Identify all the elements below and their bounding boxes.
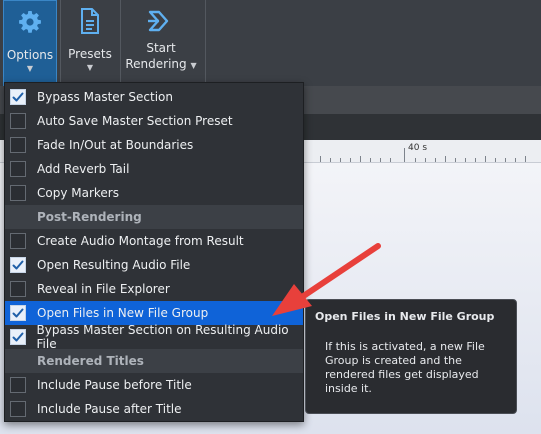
checkmark-icon xyxy=(12,260,24,270)
ruler-tick xyxy=(350,158,351,162)
ruler-tick xyxy=(455,158,456,162)
checkbox[interactable] xyxy=(10,89,26,105)
ruler-tick xyxy=(475,158,476,162)
start-rendering-label: Start Rendering ▼ xyxy=(125,40,196,74)
ruler-tick xyxy=(340,158,341,162)
ruler-tick xyxy=(380,158,381,162)
menu-item-auto-save-preset[interactable]: Auto Save Master Section Preset xyxy=(5,109,303,133)
ruler-tick xyxy=(485,156,486,162)
section-header-label: Post-Rendering xyxy=(37,210,142,224)
start-rendering-label-line1: Start xyxy=(146,41,176,55)
menu-item-label: Open Files in New File Group xyxy=(37,306,209,320)
options-label: Options xyxy=(6,48,54,62)
menu-item-label: Create Audio Montage from Result xyxy=(37,234,244,248)
gear-icon xyxy=(18,7,42,37)
menu-item-label: Open Resulting Audio File xyxy=(37,258,191,272)
menu-item-copy-markers[interactable]: Copy Markers xyxy=(5,181,303,205)
menu-item-label: Bypass Master Section on Resulting Audio… xyxy=(36,323,289,351)
presets-label: Presets xyxy=(68,47,112,61)
checkbox[interactable] xyxy=(10,161,26,177)
ruler-tick xyxy=(465,158,466,162)
toolbar-divider xyxy=(120,0,121,86)
menu-item-label: Auto Save Master Section Preset xyxy=(37,114,233,128)
toolbar-divider xyxy=(60,0,61,86)
ruler-tick xyxy=(360,156,361,162)
ruler-tick xyxy=(415,158,416,162)
menu-item-label: Bypass Master Section xyxy=(37,90,174,104)
menu-item-open-files-in-new-file-group[interactable]: Open Files in New File Group xyxy=(5,301,303,325)
toolbar-divider xyxy=(205,0,206,86)
menu-item-fade-in-out[interactable]: Fade In/Out at Boundaries xyxy=(5,133,303,157)
menu-item-reveal-in-file-explorer[interactable]: Reveal in File Explorer xyxy=(5,277,303,301)
checkmark-icon xyxy=(12,308,24,318)
chevron-down-icon: ▼ xyxy=(86,63,94,72)
start-rendering-label-line2: Rendering ▼ xyxy=(125,56,196,74)
checkbox[interactable] xyxy=(10,257,26,273)
tooltip-body: If this is activated, a new File Group i… xyxy=(325,340,485,395)
ruler-tick xyxy=(435,158,436,162)
checkbox[interactable] xyxy=(10,281,26,297)
section-header-label: Rendered Titles xyxy=(37,354,144,368)
ruler-time-label: 40 s xyxy=(408,143,428,153)
presets-button[interactable]: Presets ▼ xyxy=(64,0,116,86)
menu-item-create-audio-montage[interactable]: Create Audio Montage from Result xyxy=(5,229,303,253)
menu-item-include-pause-before[interactable]: Include Pause before Title xyxy=(5,373,303,397)
menu-item-label: Reveal in File Explorer xyxy=(37,282,170,296)
start-rendering-label-line2-text: Rendering xyxy=(125,57,187,71)
checkbox[interactable] xyxy=(10,401,26,417)
checkmark-icon xyxy=(12,332,24,342)
ruler-tick xyxy=(525,156,526,162)
menu-item-label: Copy Markers xyxy=(37,186,119,200)
menu-item-label: Add Reverb Tail xyxy=(37,162,130,176)
options-button[interactable]: Options ▼ xyxy=(3,0,57,86)
menu-item-label: Fade In/Out at Boundaries xyxy=(37,138,194,152)
ruler-tick xyxy=(495,158,496,162)
ruler-tick xyxy=(404,148,405,162)
chevron-down-icon: ▼ xyxy=(190,61,197,70)
checkbox[interactable] xyxy=(10,377,26,393)
menu-item-add-reverb-tail[interactable]: Add Reverb Tail xyxy=(5,157,303,181)
checkbox[interactable] xyxy=(10,137,26,153)
chevron-down-icon: ▼ xyxy=(26,64,34,73)
tooltip-title: Open Files in New File Group xyxy=(315,310,495,323)
menu-item-label: Include Pause after Title xyxy=(37,402,182,416)
toolbar: Options ▼ Presets ▼ Start Rendering ▼ xyxy=(0,0,541,86)
ruler-tick xyxy=(445,156,446,162)
ruler-tick xyxy=(330,158,331,162)
section-header-post-rendering: Post-Rendering xyxy=(5,205,303,229)
start-rendering-button[interactable]: Start Rendering ▼ xyxy=(124,0,198,86)
menu-item-bypass-master-on-result[interactable]: Bypass Master Section on Resulting Audio… xyxy=(5,323,303,351)
ruler-tick xyxy=(425,158,426,162)
checkbox[interactable] xyxy=(10,305,26,321)
render-icon xyxy=(147,6,175,36)
menu-item-include-pause-after[interactable]: Include Pause after Title xyxy=(5,397,303,421)
section-header-rendered-titles: Rendered Titles xyxy=(5,349,303,373)
menu-item-label: Include Pause before Title xyxy=(37,378,192,392)
ruler-tick xyxy=(320,156,321,162)
checkbox[interactable] xyxy=(10,185,26,201)
ruler-tick xyxy=(370,158,371,162)
ruler-tick xyxy=(390,158,391,162)
tooltip: Open Files in New File Group If this is … xyxy=(305,299,517,414)
document-icon xyxy=(79,6,101,36)
ruler-tick xyxy=(505,158,506,162)
ruler-tick xyxy=(515,158,516,162)
checkbox[interactable] xyxy=(10,329,26,345)
menu-item-bypass-master-section[interactable]: Bypass Master Section xyxy=(5,85,303,109)
checkmark-icon xyxy=(12,92,24,102)
menu-item-open-resulting-audio-file[interactable]: Open Resulting Audio File xyxy=(5,253,303,277)
checkbox[interactable] xyxy=(10,113,26,129)
options-menu: Bypass Master Section Auto Save Master S… xyxy=(4,82,304,422)
checkbox[interactable] xyxy=(10,233,26,249)
